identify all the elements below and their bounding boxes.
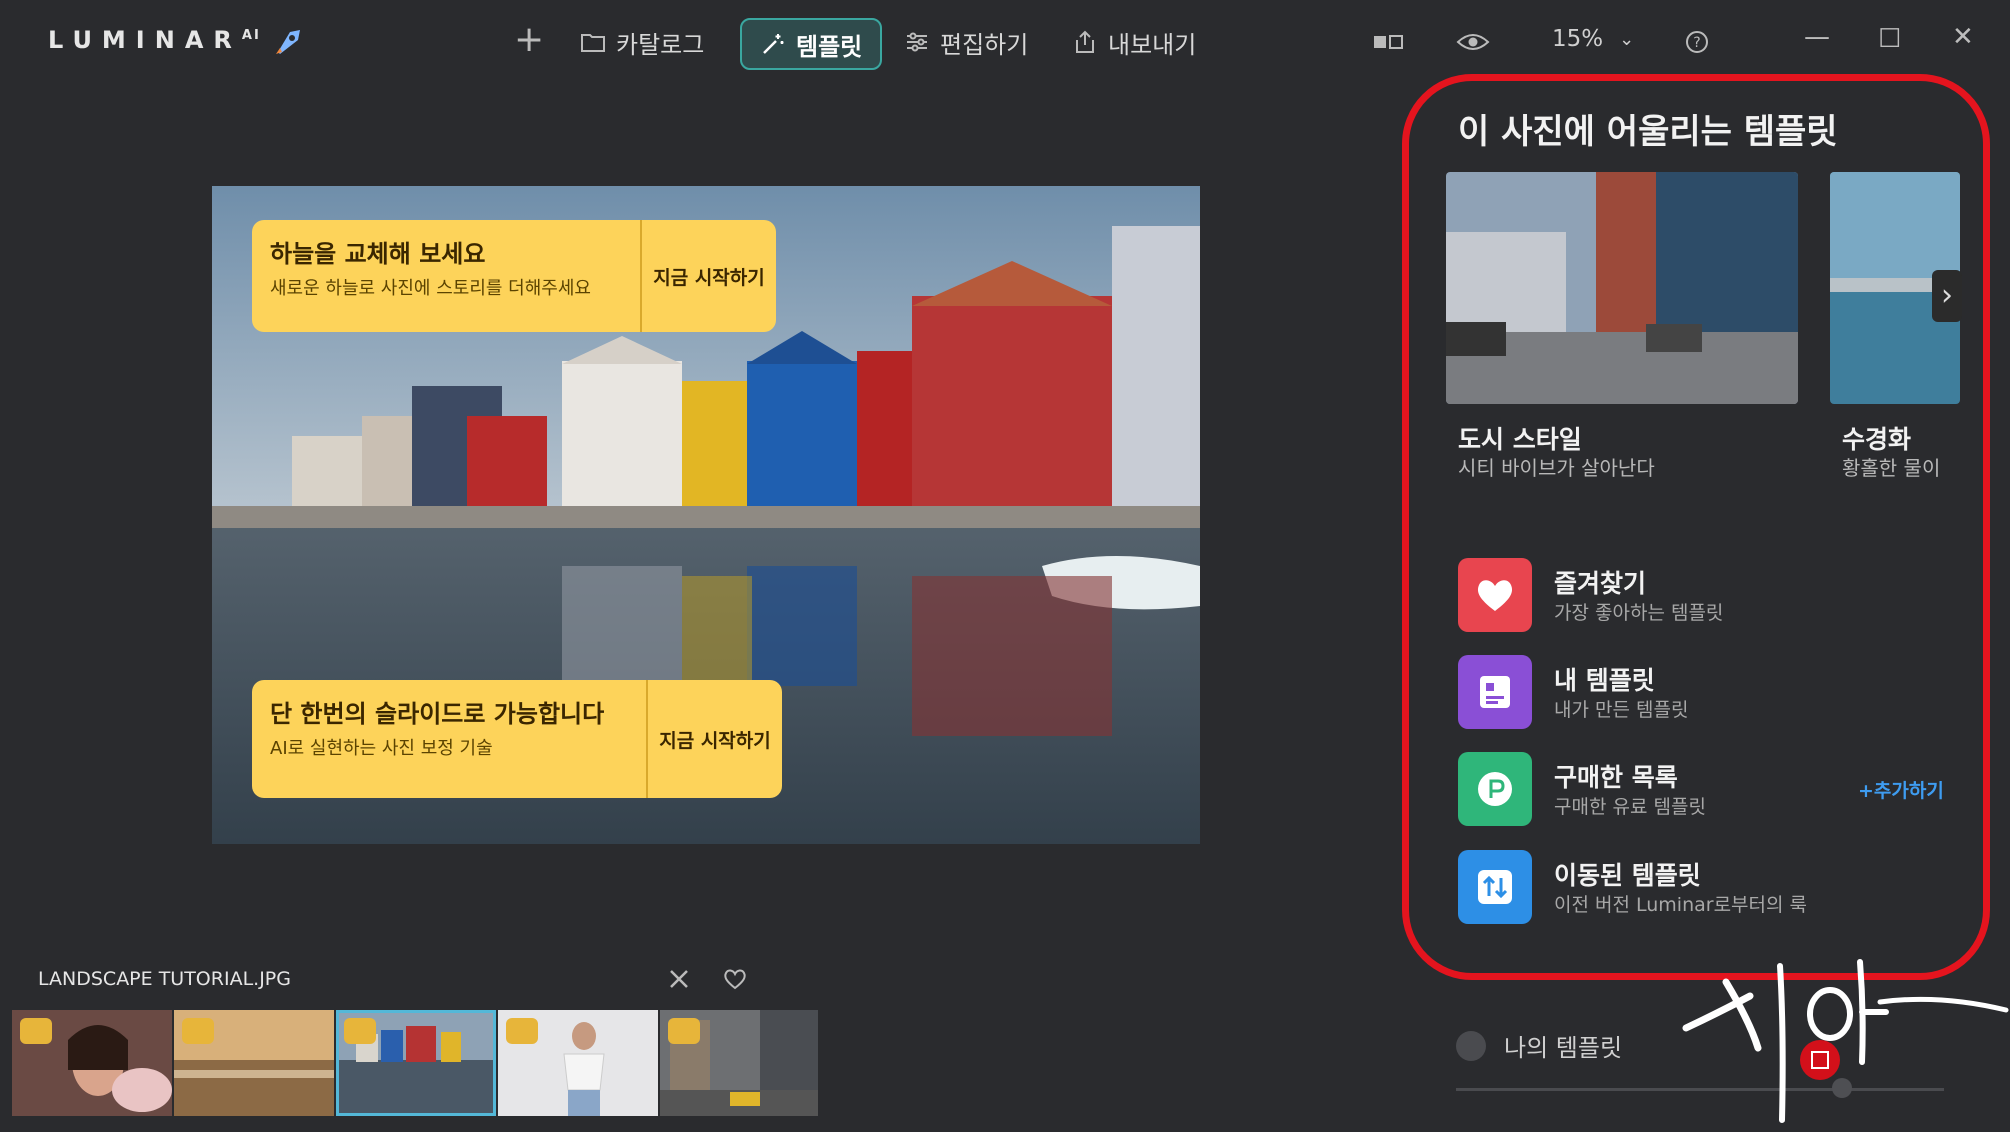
graduation-cap-icon — [506, 1018, 538, 1044]
compare-icon[interactable] — [1372, 28, 1406, 56]
help-icon[interactable]: ? — [1680, 28, 1714, 56]
eye-icon[interactable] — [1456, 28, 1490, 56]
my-templates-label: 나의 템플릿 — [1504, 1034, 1623, 1062]
callout-one-slide: 단 한번의 슬라이드로 가능합니다 AI로 실현하는 사진 보정 기술 지금 시… — [252, 680, 782, 798]
coin-icon — [1458, 752, 1532, 826]
migrated-templates-item[interactable]: 이동된 템플릿 이전 버전 Luminar로부터의 룩 — [1458, 850, 1958, 926]
template-card-image — [1446, 172, 1798, 404]
callout-title: 하늘을 교체해 보세요 — [270, 240, 486, 268]
folder-icon — [581, 34, 605, 52]
card-subtitle: 시티 바이브가 살아난다 — [1458, 456, 1655, 480]
template-card-city[interactable] — [1446, 172, 1798, 404]
add-link[interactable]: +추가하기 — [1858, 776, 1944, 803]
row-label: 이동된 템플릿 — [1554, 861, 1701, 890]
luminar-logo: LUMINARAI — [48, 26, 261, 54]
heart-icon — [1458, 558, 1532, 632]
row-label: 즐겨찾기 — [1554, 569, 1647, 598]
zoom-value: 15% — [1552, 26, 1604, 52]
chevron-down-icon: ⌄ — [1619, 28, 1635, 50]
graduation-cap-icon — [344, 1018, 376, 1044]
callout-title: 단 한번의 슬라이드로 가능합니다 — [270, 700, 605, 728]
maximize-button[interactable]: ☐ — [1878, 24, 1901, 54]
row-subtitle: 내가 만든 템플릿 — [1554, 699, 1689, 721]
file-name: LANDSCAPE TUTORIAL.JPG — [38, 968, 291, 990]
callout-subtitle: 새로운 하늘로 사진에 스토리를 더해주세요 — [270, 278, 591, 299]
tab-catalog-label: 카탈로그 — [616, 30, 705, 59]
user-card-icon — [1458, 655, 1532, 729]
panel-title: 이 사진에 어울리는 템플릿 — [1458, 112, 1838, 152]
favorites-item[interactable]: 즐겨찾기 가장 좋아하는 템플릿 — [1458, 558, 1958, 634]
thumbnail-canal-houses[interactable] — [336, 1010, 496, 1116]
thumbnail-portrait-woman[interactable] — [12, 1010, 172, 1116]
sliders-icon — [907, 32, 927, 52]
row-label: 내 템플릿 — [1554, 666, 1655, 695]
card-title: 수경화 — [1842, 425, 1912, 454]
my-templates-toggle[interactable]: 나의 템플릿 — [1456, 1028, 1622, 1063]
row-label: 구매한 목록 — [1554, 763, 1678, 792]
graduation-cap-icon — [20, 1018, 52, 1044]
svg-text:?: ? — [1693, 35, 1700, 51]
callout-replace-sky: 하늘을 교체해 보세요 새로운 하늘로 사진에 스토리를 더해주세요 지금 시작… — [252, 220, 776, 332]
row-subtitle: 가장 좋아하는 템플릿 — [1554, 602, 1724, 624]
close-icon[interactable] — [666, 966, 692, 992]
graduation-cap-icon — [668, 1018, 700, 1044]
thumbnail-beach[interactable] — [174, 1010, 334, 1116]
top-bar: LUMINARAI + 카탈로그 템플릿 편집하기 내보내기 15% ⌄ ? —… — [0, 0, 2010, 82]
radio-button[interactable] — [1456, 1030, 1486, 1061]
tab-export-label: 내보내기 — [1108, 30, 1197, 59]
close-window-button[interactable]: ✕ — [1952, 22, 1974, 52]
tab-templates[interactable]: 템플릿 — [740, 18, 883, 70]
rocket-icon[interactable] — [270, 26, 304, 60]
start-now-button[interactable]: 지금 시작하기 — [646, 680, 782, 798]
magic-wand-icon — [763, 34, 784, 54]
share-icon — [1076, 30, 1094, 53]
heart-outline-icon[interactable] — [722, 966, 748, 992]
tab-edit[interactable]: 편집하기 — [904, 18, 1028, 66]
zoom-dropdown[interactable]: 15% ⌄ — [1552, 26, 1634, 52]
minimize-button[interactable]: — — [1804, 22, 1830, 52]
row-subtitle: 구매한 유료 템플릿 — [1554, 796, 1706, 818]
tab-templates-label: 템플릿 — [796, 32, 863, 61]
my-templates-item[interactable]: 내 템플릿 내가 만든 템플릿 — [1458, 655, 1958, 731]
row-subtitle: 이전 버전 Luminar로부터의 룩 — [1554, 894, 1808, 916]
card-title: 도시 스타일 — [1458, 425, 1582, 454]
thumbnail-city-street[interactable] — [660, 1010, 818, 1116]
callout-subtitle: AI로 실현하는 사진 보정 기술 — [270, 738, 493, 759]
card-subtitle: 황홀한 물이 — [1842, 456, 1941, 480]
tab-export[interactable]: 내보내기 — [1072, 18, 1196, 66]
tab-catalog[interactable]: 카탈로그 — [580, 18, 704, 66]
start-now-button[interactable]: 지금 시작하기 — [640, 220, 776, 332]
transfer-icon — [1458, 850, 1532, 924]
tab-edit-label: 편집하기 — [940, 30, 1029, 59]
add-icon[interactable]: + — [514, 22, 544, 58]
signature-graphic — [1682, 959, 2009, 1123]
graduation-cap-icon — [182, 1018, 214, 1044]
thumbnail-woman-white[interactable] — [498, 1010, 658, 1116]
carousel-next-button[interactable]: › — [1932, 270, 1962, 322]
